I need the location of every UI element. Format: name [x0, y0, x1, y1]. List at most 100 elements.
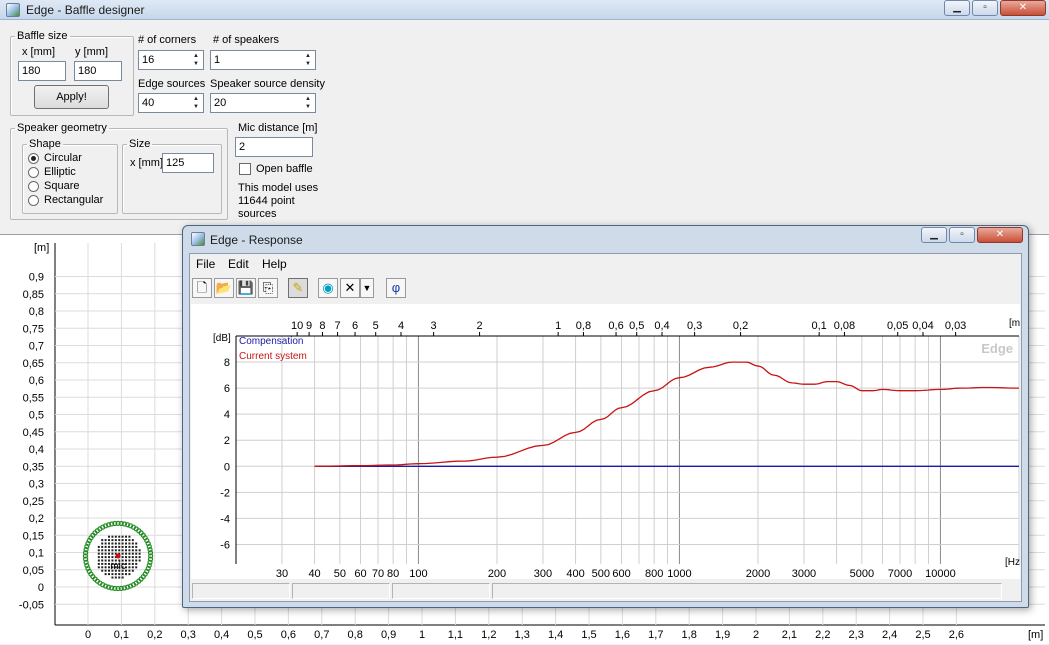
- chart-x-tick-label: 2000: [746, 568, 770, 579]
- pencil-icon[interactable]: ✎: [288, 278, 308, 298]
- chart-y-tick-label: -2: [220, 487, 230, 499]
- baffle-x-tick-label: 0,4: [214, 629, 229, 641]
- close-button[interactable]: ✕: [1000, 0, 1046, 16]
- delete-x-icon[interactable]: ✕: [340, 278, 360, 298]
- baffle-x-tick-label: 0,8: [348, 629, 363, 641]
- shape-radio-elliptic[interactable]: [28, 167, 39, 178]
- speaker-source: [121, 542, 124, 545]
- chart-x-ticks: 30 40 50 60 70 80 100 200 300 400 500 600 800 1000 200…: [276, 568, 956, 579]
- speaker-source: [135, 556, 138, 559]
- shape-radio-circular[interactable]: [28, 153, 39, 164]
- chart-top-tick-label: 0,4: [654, 320, 669, 332]
- chart-x-tick-label: 40: [308, 568, 320, 579]
- speakers-spinner[interactable]: ▲ ▼: [302, 52, 314, 68]
- menu-file[interactable]: File: [196, 257, 215, 271]
- response-window[interactable]: Edge - Response ▁ ▫ ✕ File Edit Help 🗋 📂…: [182, 225, 1029, 608]
- speaker-source: [114, 539, 117, 542]
- speaker-icon[interactable]: ◉: [318, 278, 338, 298]
- speaker-source: [104, 539, 107, 542]
- minimize-button[interactable]: ▁: [944, 0, 970, 16]
- response-close-button[interactable]: ✕: [977, 227, 1023, 243]
- mic-distance-input[interactable]: 2: [235, 137, 313, 157]
- baffle-y-input[interactable]: 180: [74, 61, 122, 81]
- shape-label-square: Square: [44, 180, 80, 192]
- apply-button[interactable]: Apply!: [34, 85, 109, 109]
- phi-icon[interactable]: φ: [386, 278, 406, 298]
- size-group: Size: [122, 138, 222, 214]
- speaker-density-spinner[interactable]: ▲ ▼: [302, 95, 314, 111]
- response-client: File Edit Help 🗋 📂 💾 ⎘ ✎ ◉ ✕ ▼ φ 8 6 4 2 0 -2…: [189, 253, 1022, 602]
- response-chart[interactable]: 86420-2-4-6 30 40 50 60 70 80 100 200 300 400 500 6…: [191, 304, 1020, 579]
- baffle-y-tick-label: 0,6: [29, 375, 44, 387]
- chart-top-tick-label: 5: [373, 320, 379, 332]
- speaker-source: [135, 552, 138, 555]
- speaker-source: [101, 562, 104, 565]
- chart-x-tick-label: 200: [488, 568, 506, 579]
- baffle-x-tick-label: 0,1: [114, 629, 129, 641]
- size-x-label: x [mm]: [130, 157, 163, 169]
- response-minimize-button[interactable]: ▁: [921, 227, 947, 243]
- baffle-y-tick-label: 0,25: [23, 496, 44, 508]
- speaker-source: [131, 559, 134, 562]
- speakers-spinbox[interactable]: 1 ▲ ▼: [210, 50, 316, 70]
- open-folder-icon[interactable]: 📂: [214, 278, 234, 298]
- dropdown-arrow-icon[interactable]: ▼: [360, 278, 374, 298]
- speaker-source: [101, 559, 104, 562]
- speaker-source: [108, 573, 111, 576]
- corners-spinbox[interactable]: 16 ▲ ▼: [138, 50, 204, 70]
- baffle-x-tick-label: 1,9: [715, 629, 730, 641]
- speaker-density-spinbox[interactable]: 20 ▲ ▼: [210, 93, 316, 113]
- speaker-source: [118, 539, 121, 542]
- shape-label-rectangular: Rectangular: [44, 194, 104, 206]
- model-info-line2: 11644 point: [238, 195, 295, 207]
- menu-edit[interactable]: Edit: [228, 257, 249, 271]
- copy-icon[interactable]: ⎘: [258, 278, 278, 298]
- chart-x-tick-label: 600: [612, 568, 630, 579]
- chart-top-tick-label: 0,1: [811, 320, 826, 332]
- baffle-y-label: y [mm]: [75, 46, 108, 58]
- chart-x-tick-label: 3000: [792, 568, 816, 579]
- edge-sources-spinbox[interactable]: 40 ▲ ▼: [138, 93, 204, 113]
- speaker-source: [104, 545, 107, 548]
- chart-top-unit: [m]: [1009, 318, 1020, 329]
- speaker-source: [114, 573, 117, 576]
- chart-top-tick-label: 3: [431, 320, 437, 332]
- speaker-source: [111, 542, 114, 545]
- size-x-input[interactable]: 125: [162, 153, 214, 173]
- baffle-y-tick-label: 0,5: [29, 410, 44, 422]
- corners-label: # of corners: [138, 34, 197, 46]
- corners-spinner[interactable]: ▲ ▼: [190, 52, 202, 68]
- baffle-x-tick-label: 2,1: [782, 629, 797, 641]
- save-disk-icon[interactable]: 💾: [236, 278, 256, 298]
- speaker-geometry-legend: Speaker geometry: [17, 122, 107, 134]
- speaker-source: [104, 556, 107, 559]
- speaker-source: [104, 573, 107, 576]
- app-icon: [6, 3, 20, 17]
- maximize-button[interactable]: ▫: [972, 0, 998, 16]
- chart-x-tick-label: 800: [645, 568, 663, 579]
- status-panel-4: [492, 583, 1002, 599]
- speaker-source: [111, 556, 114, 559]
- menu-help[interactable]: Help: [262, 257, 287, 271]
- speaker-source: [111, 576, 114, 579]
- chart-watermark: Edge: [981, 341, 1013, 356]
- baffle-x-input[interactable]: 180: [18, 61, 66, 81]
- speaker-source: [108, 549, 111, 552]
- speaker-source: [104, 552, 107, 555]
- speaker-source: [131, 539, 134, 542]
- edge-sources-spinner[interactable]: ▲ ▼: [190, 95, 202, 111]
- open-baffle-checkbox[interactable]: [239, 163, 251, 175]
- shape-radio-square[interactable]: [28, 181, 39, 192]
- baffle-x-tick-label: 0,2: [147, 629, 162, 641]
- speaker-source: [128, 556, 131, 559]
- baffle-x-tick-label: 2: [753, 629, 759, 641]
- chart-top-tick-label: 0,05: [887, 320, 908, 332]
- speaker-source: [125, 539, 128, 542]
- new-file-icon[interactable]: 🗋: [192, 278, 212, 298]
- speaker-source: [101, 545, 104, 548]
- shape-radio-rectangular[interactable]: [28, 195, 39, 206]
- speaker-source: [111, 535, 114, 538]
- response-window-title: Edge - Response: [210, 233, 303, 247]
- baffle-y-tick-label: 0,9: [29, 272, 44, 284]
- response-maximize-button[interactable]: ▫: [949, 227, 975, 243]
